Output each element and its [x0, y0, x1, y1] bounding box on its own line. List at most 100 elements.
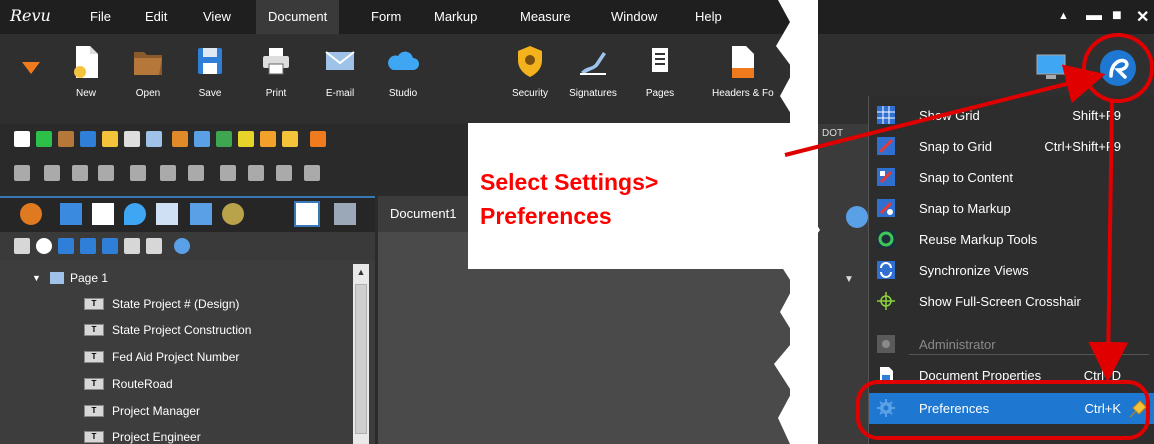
close-icon[interactable]: ✕ — [1136, 7, 1149, 27]
new-small-icon[interactable] — [14, 131, 30, 147]
note-small-icon[interactable] — [102, 131, 118, 147]
security-button[interactable]: Security — [500, 44, 560, 99]
menu-item-full-screen-crosshair[interactable]: Show Full-Screen Crosshair — [869, 286, 1154, 317]
menu-item-document-properties[interactable]: Document Properties Ctrl+D — [869, 360, 1154, 391]
form-field-toolbar — [0, 232, 375, 260]
print-small-icon[interactable] — [124, 131, 140, 147]
grid-align-icon[interactable] — [188, 165, 204, 181]
menu-item-preferences[interactable]: Preferences Ctrl+K — [869, 393, 1154, 424]
undo-icon[interactable] — [310, 131, 326, 147]
menu-form[interactable]: Form — [371, 0, 401, 34]
studio-button[interactable]: Studio — [373, 44, 433, 99]
save-button[interactable]: Save — [180, 44, 240, 99]
binoculars-small-icon[interactable] — [216, 131, 232, 147]
space-horizontal-icon[interactable] — [220, 165, 236, 181]
checkbox-tool-icon[interactable] — [58, 238, 74, 254]
new-button[interactable]: New — [56, 44, 116, 99]
spellcheck-small-icon[interactable] — [238, 131, 254, 147]
tree-item[interactable]: T Project Manager — [0, 398, 350, 424]
snap-grid-icon — [877, 137, 895, 155]
tree-item[interactable]: T State Project Construction — [0, 317, 350, 343]
reuse-tools-icon — [877, 230, 895, 248]
settings-revu-logo-icon[interactable] — [1098, 48, 1138, 88]
form-fields-tab-icon[interactable] — [294, 201, 320, 227]
cube-small-icon[interactable] — [172, 131, 188, 147]
menu-item-snap-to-markup[interactable]: Snap to Markup — [869, 193, 1154, 224]
layers-tab-icon[interactable] — [156, 203, 178, 225]
open-button[interactable]: Open — [118, 44, 178, 99]
menu-markup[interactable]: Markup — [434, 0, 477, 34]
menu-file[interactable]: File — [90, 0, 111, 34]
menu-document[interactable]: Document — [256, 0, 340, 34]
save-small-icon[interactable] — [80, 131, 96, 147]
pages-button[interactable]: Pages — [630, 44, 690, 99]
tree-item[interactable]: T Fed Aid Project Number — [0, 344, 350, 370]
places-tab-icon[interactable] — [124, 203, 146, 225]
scroll-thumb[interactable] — [355, 284, 367, 434]
radio-tool-icon[interactable] — [36, 238, 52, 254]
menu-measure[interactable]: Measure — [520, 0, 571, 34]
maximize-icon[interactable]: ■ — [1112, 7, 1122, 25]
menu-item-snap-to-content[interactable]: Snap to Content — [869, 162, 1154, 193]
distribute-horizontal-icon[interactable] — [130, 165, 146, 181]
dropdown-tool-icon[interactable] — [102, 238, 118, 254]
open-label: Open — [135, 88, 161, 99]
align-center-icon[interactable] — [72, 165, 88, 181]
text-field-tool-icon[interactable] — [14, 238, 30, 254]
settings-gear-partial-icon[interactable] — [846, 206, 868, 228]
menu-view[interactable]: View — [203, 0, 231, 34]
monitor-icon[interactable] — [1036, 54, 1066, 82]
tree-item[interactable]: T RouteRoad — [0, 371, 350, 397]
button-tool-icon[interactable] — [124, 238, 140, 254]
batch-small-icon[interactable] — [282, 131, 298, 147]
print-button[interactable]: Print — [246, 44, 306, 99]
ocr-small-icon[interactable] — [260, 131, 276, 147]
minimize-icon[interactable]: ▬ — [1086, 7, 1102, 25]
menu-item-snap-to-grid[interactable]: Snap to Grid Ctrl+Shift+F9 — [869, 131, 1154, 162]
menu-edit[interactable]: Edit — [145, 0, 167, 34]
stack-tab-icon[interactable] — [334, 203, 356, 225]
tree-page-node[interactable]: ▼ Page 1 — [0, 265, 350, 291]
tree-item[interactable]: T State Project # (Design) — [0, 291, 350, 317]
tree-scrollbar[interactable]: ▲ — [353, 264, 369, 444]
pin-icon[interactable] — [1127, 398, 1149, 420]
menu-item-show-grid[interactable]: Show Grid Shift+F9 — [869, 100, 1154, 131]
listbox-tool-icon[interactable] — [80, 238, 96, 254]
globe-tab-icon[interactable] — [222, 203, 244, 225]
thumbnails-tab-icon[interactable] — [92, 203, 114, 225]
settings-gear-small-icon[interactable] — [174, 238, 190, 254]
sync-views-icon — [877, 261, 895, 279]
signatures-button[interactable]: Signatures — [563, 44, 623, 99]
menu-item-synchronize-views[interactable]: Synchronize Views — [869, 255, 1154, 286]
menu-item-reuse-markup-tools[interactable]: Reuse Markup Tools — [869, 224, 1154, 255]
align-bottom-icon[interactable] — [98, 165, 114, 181]
menu-window[interactable]: Window — [611, 0, 657, 34]
rotate-icon[interactable] — [304, 165, 320, 181]
collapse-arrow-icon[interactable]: ▼ — [844, 274, 854, 285]
distribute-vertical-icon[interactable] — [160, 165, 176, 181]
scroll-up-arrow-icon[interactable]: ▲ — [353, 264, 369, 280]
menu-help[interactable]: Help — [695, 0, 722, 34]
flip-icon[interactable] — [276, 165, 292, 181]
edit-small-icon[interactable] — [194, 131, 210, 147]
ribbon-collapse-icon[interactable]: ▲ — [1058, 10, 1069, 22]
email-button[interactable]: E-mail — [310, 44, 370, 99]
markup-pen-tab-icon[interactable] — [60, 203, 82, 225]
studio-label: Studio — [388, 88, 418, 99]
callout-line-2: Preferences — [480, 203, 612, 229]
menu-item-label: Snap to Content — [919, 170, 1013, 185]
align-top-icon[interactable] — [44, 165, 60, 181]
ribbon-toolbar: New Open Save Print E-mail Studio Securi… — [0, 34, 790, 124]
email-small-icon[interactable] — [146, 131, 162, 147]
tool-chest-tab-icon[interactable] — [20, 203, 42, 225]
expand-chevron-icon[interactable]: ▼ — [32, 265, 41, 291]
dropdown-arrow-icon[interactable] — [22, 62, 40, 76]
links-tab-icon[interactable] — [190, 203, 212, 225]
open-small-icon[interactable] — [58, 131, 74, 147]
menu-item-label: Snap to Markup — [919, 201, 1011, 216]
tree-item[interactable]: T Project Engineer — [0, 424, 350, 444]
space-vertical-icon[interactable] — [248, 165, 264, 181]
signature-tool-icon[interactable] — [146, 238, 162, 254]
align-left-icon[interactable] — [14, 165, 30, 181]
green-square-icon[interactable] — [36, 131, 52, 147]
